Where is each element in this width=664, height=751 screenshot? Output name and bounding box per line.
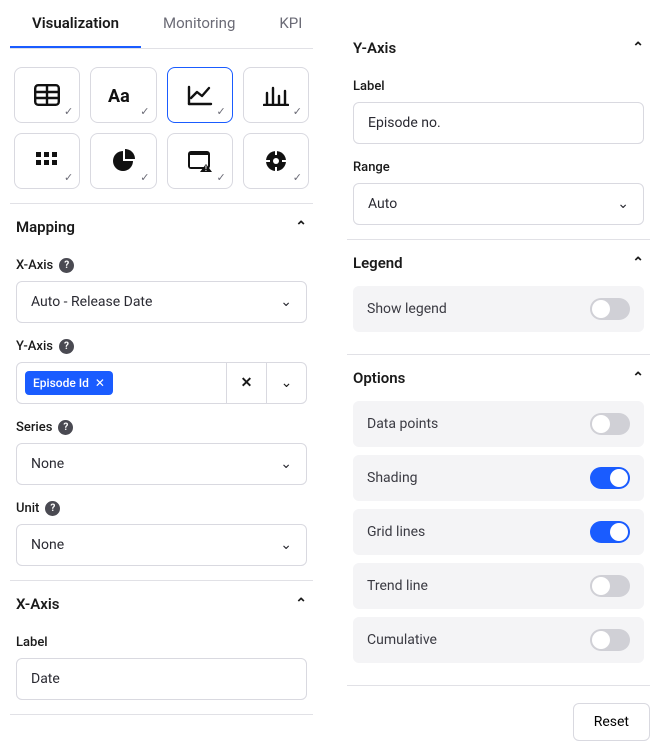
table-icon bbox=[34, 84, 60, 106]
toggle-shading[interactable] bbox=[590, 467, 630, 489]
chevron-up-icon: ⌃ bbox=[295, 219, 307, 235]
chart-type-grid-small[interactable]: ✓ bbox=[14, 133, 80, 189]
section-header-options[interactable]: Options ⌃ bbox=[347, 355, 650, 401]
yaxis-clear-button[interactable]: ✕ bbox=[226, 363, 266, 403]
select-xaxis[interactable]: Auto - Release Date ⌄ bbox=[16, 281, 307, 323]
tabs: Visualization Monitoring KPI bbox=[10, 0, 313, 49]
section-yaxis: Y-Axis ⌃ Label Range Auto ⌄ bbox=[347, 25, 650, 240]
select-yaxis-range[interactable]: Auto ⌄ bbox=[353, 183, 644, 225]
bar-chart-icon bbox=[263, 84, 289, 106]
toggle-grid-lines[interactable] bbox=[590, 521, 630, 543]
section-header-mapping[interactable]: Mapping ⌃ bbox=[10, 204, 313, 250]
label-yaxis-range: Range bbox=[353, 160, 644, 175]
check-icon: ✓ bbox=[293, 105, 302, 118]
toggle-show-legend[interactable] bbox=[590, 298, 630, 320]
section-header-yaxis[interactable]: Y-Axis ⌃ bbox=[347, 25, 650, 71]
svg-text:Aa: Aa bbox=[108, 86, 130, 106]
select-series[interactable]: None ⌄ bbox=[16, 443, 307, 485]
reset-button[interactable]: Reset bbox=[573, 703, 650, 741]
tab-monitoring[interactable]: Monitoring bbox=[141, 0, 257, 48]
label-xaxis: X-Axis ? bbox=[16, 258, 307, 273]
card-warning-icon: ! bbox=[187, 150, 213, 172]
option-trend-line: Trend line bbox=[353, 563, 644, 609]
chart-type-text[interactable]: Aa ✓ bbox=[90, 67, 156, 123]
help-icon[interactable]: ? bbox=[59, 339, 74, 354]
label-yaxis-label: Label bbox=[353, 79, 644, 94]
chevron-up-icon: ⌃ bbox=[632, 255, 644, 271]
check-icon: ✓ bbox=[293, 171, 302, 184]
section-header-legend[interactable]: Legend ⌃ bbox=[347, 240, 650, 286]
chevron-down-icon: ⌄ bbox=[617, 196, 629, 212]
section-title: Y-Axis bbox=[353, 39, 396, 57]
section-legend: Legend ⌃ Show legend bbox=[347, 239, 650, 355]
chip-area[interactable]: Episode Id ✕ bbox=[17, 371, 226, 395]
chart-type-pie[interactable]: ✓ bbox=[90, 133, 156, 189]
gauge-icon bbox=[264, 149, 288, 173]
toggle-data-points[interactable] bbox=[590, 413, 630, 435]
option-show-legend: Show legend bbox=[353, 286, 644, 332]
chevron-up-icon: ⌃ bbox=[632, 40, 644, 56]
toggle-trend-line[interactable] bbox=[590, 575, 630, 597]
help-icon[interactable]: ? bbox=[59, 258, 74, 273]
section-xaxis: X-Axis ⌃ Label bbox=[10, 580, 313, 715]
svg-text:!: ! bbox=[205, 165, 207, 172]
chip-remove-icon[interactable]: ✕ bbox=[95, 376, 105, 390]
check-icon: ✓ bbox=[217, 171, 226, 184]
section-mapping: Mapping ⌃ X-Axis ? Auto - Release Date ⌄… bbox=[10, 203, 313, 581]
chevron-down-icon: ⌄ bbox=[280, 294, 292, 310]
chevron-down-icon: ⌄ bbox=[280, 456, 292, 472]
chart-type-bar[interactable]: ✓ bbox=[243, 67, 309, 123]
option-shading: Shading bbox=[353, 455, 644, 501]
chart-type-gauge[interactable]: ✓ bbox=[243, 133, 309, 189]
option-cumulative: Cumulative bbox=[353, 617, 644, 663]
section-options: Options ⌃ Data points Shading Grid lines… bbox=[347, 354, 650, 686]
option-grid-lines: Grid lines bbox=[353, 509, 644, 555]
toggle-cumulative[interactable] bbox=[590, 629, 630, 651]
section-title: Legend bbox=[353, 254, 403, 272]
chipbox-yaxis: Episode Id ✕ ✕ ⌄ bbox=[16, 362, 307, 404]
label-yaxis: Y-Axis ? bbox=[16, 339, 307, 354]
pie-chart-icon bbox=[111, 149, 135, 173]
check-icon: ✓ bbox=[140, 105, 149, 118]
tab-kpi[interactable]: KPI bbox=[257, 0, 324, 48]
check-icon: ✓ bbox=[217, 105, 226, 118]
help-icon[interactable]: ? bbox=[45, 501, 60, 516]
label-xaxis-label: Label bbox=[16, 635, 307, 650]
chevron-up-icon: ⌃ bbox=[295, 596, 307, 612]
select-unit[interactable]: None ⌄ bbox=[16, 524, 307, 566]
section-title: Mapping bbox=[16, 218, 75, 236]
line-chart-icon bbox=[187, 84, 213, 106]
chart-type-table[interactable]: ✓ bbox=[14, 67, 80, 123]
section-title: Options bbox=[353, 369, 405, 387]
chart-type-grid: ✓ Aa ✓ ✓ ✓ ✓ ✓ ! bbox=[10, 67, 313, 203]
tab-visualization[interactable]: Visualization bbox=[10, 0, 141, 48]
section-title: X-Axis bbox=[16, 595, 59, 613]
label-unit: Unit ? bbox=[16, 501, 307, 516]
check-icon: ✓ bbox=[140, 171, 149, 184]
yaxis-dropdown-button[interactable]: ⌄ bbox=[266, 363, 306, 403]
label-series: Series ? bbox=[16, 420, 307, 435]
grid-icon bbox=[36, 152, 58, 170]
input-yaxis-label[interactable] bbox=[353, 102, 644, 144]
check-icon: ✓ bbox=[64, 171, 73, 184]
chevron-down-icon: ⌄ bbox=[281, 375, 293, 391]
text-icon: Aa bbox=[108, 84, 138, 106]
chevron-up-icon: ⌃ bbox=[632, 370, 644, 386]
help-icon[interactable]: ? bbox=[58, 420, 73, 435]
check-icon: ✓ bbox=[64, 105, 73, 118]
section-header-xaxis[interactable]: X-Axis ⌃ bbox=[10, 581, 313, 627]
chevron-down-icon: ⌄ bbox=[280, 537, 292, 553]
option-data-points: Data points bbox=[353, 401, 644, 447]
chip-episode-id: Episode Id ✕ bbox=[25, 371, 113, 395]
chart-type-line[interactable]: ✓ bbox=[167, 67, 233, 123]
input-xaxis-label[interactable] bbox=[16, 658, 307, 700]
chart-type-card[interactable]: ! ✓ bbox=[167, 133, 233, 189]
